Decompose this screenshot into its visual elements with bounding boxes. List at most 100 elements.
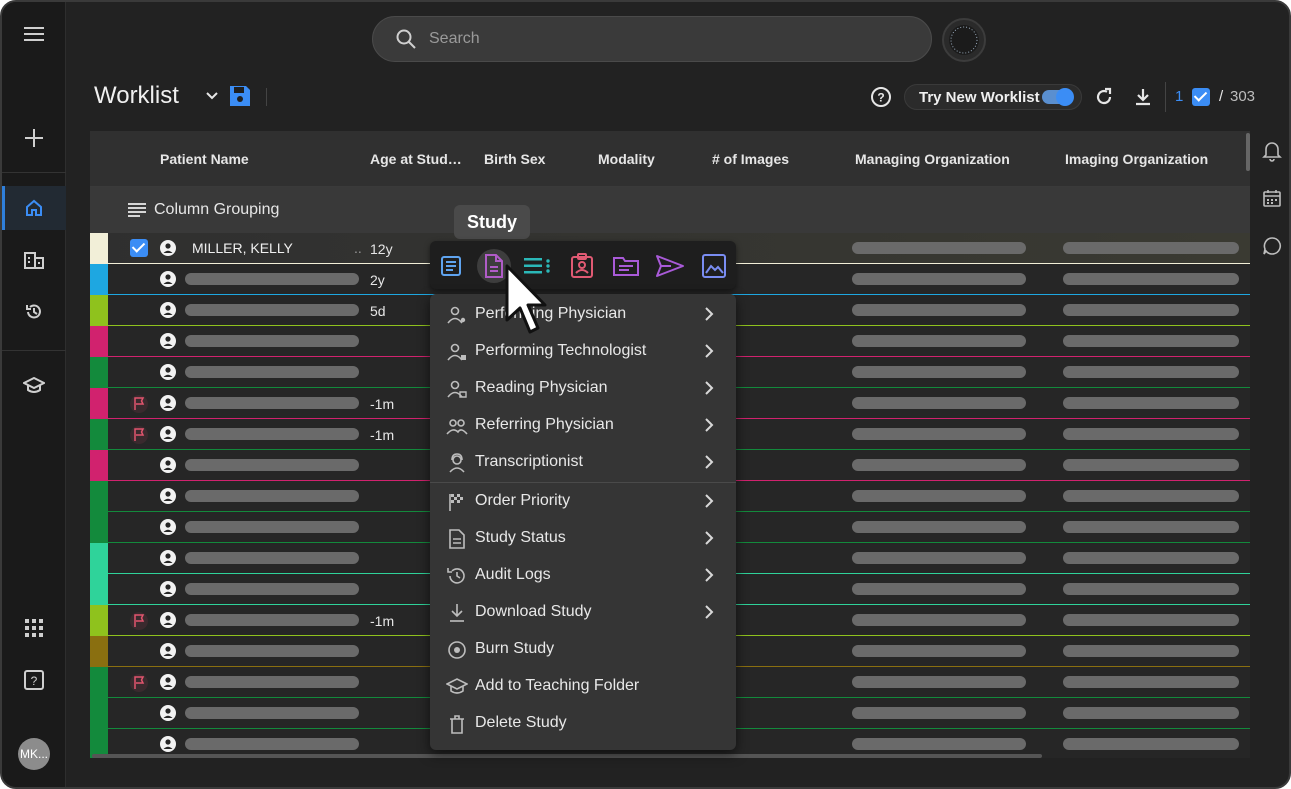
- redacted-imaging-org: [1063, 521, 1239, 533]
- try-new-worklist-switch[interactable]: [1042, 88, 1074, 106]
- redacted-managing-org: [852, 397, 1026, 409]
- save-icon[interactable]: [228, 84, 252, 108]
- search-input[interactable]: [429, 30, 869, 48]
- menu-item-label: Study Status: [475, 529, 566, 546]
- download-icon[interactable]: [1133, 82, 1153, 112]
- flag-icon[interactable]: [130, 674, 148, 692]
- menu-item-add-to-teaching-folder[interactable]: Add to Teaching Folder: [430, 668, 736, 705]
- menu-item-study-status[interactable]: Study Status: [430, 520, 736, 557]
- redacted-managing-org: [852, 738, 1026, 750]
- menu-item-burn-study[interactable]: Burn Study: [430, 631, 736, 668]
- teaching-icon[interactable]: [2, 364, 66, 408]
- refresh-icon[interactable]: [1094, 82, 1114, 112]
- column-header[interactable]: Managing Organization: [855, 151, 1010, 167]
- vertical-scrollbar[interactable]: [1246, 133, 1250, 171]
- priority-stripe: [90, 450, 108, 480]
- redacted-managing-org: [852, 459, 1026, 471]
- patient-icon: [160, 736, 176, 752]
- history-nav-icon[interactable]: [2, 290, 66, 334]
- redacted-name: [185, 428, 359, 440]
- column-header[interactable]: Modality: [598, 151, 655, 167]
- chevron-down-icon[interactable]: [202, 86, 222, 106]
- count-separator: /: [1219, 88, 1224, 105]
- brand-logo[interactable]: [942, 18, 986, 62]
- flag-icon[interactable]: [130, 395, 148, 413]
- context-menu: Performing Physician Performing Technolog…: [430, 294, 736, 750]
- chevron-right-icon: [705, 494, 714, 508]
- redacted-managing-org: [852, 428, 1026, 440]
- calendar-icon[interactable]: [1262, 188, 1284, 210]
- help-icon[interactable]: ?: [870, 82, 892, 112]
- menu-item-label: Order Priority: [475, 492, 571, 509]
- redacted-name: [185, 397, 359, 409]
- age-cell: -1m: [370, 396, 395, 412]
- redacted-managing-org: [852, 583, 1026, 595]
- redacted-managing-org: [852, 676, 1026, 688]
- menu-item-performing-physician[interactable]: Performing Physician: [430, 296, 736, 333]
- menu-icon[interactable]: [2, 12, 66, 56]
- menu-item-performing-technologist[interactable]: Performing Technologist: [430, 333, 736, 370]
- menu-item-transcriptionist[interactable]: Transcriptionist: [430, 444, 736, 481]
- priority-stripe: [90, 605, 108, 635]
- patient-icon: [160, 333, 176, 349]
- column-header[interactable]: # of Images: [712, 151, 789, 167]
- image-icon[interactable]: [697, 249, 731, 283]
- bell-icon[interactable]: [1262, 140, 1284, 162]
- redacted-name: [185, 676, 359, 688]
- search-bar[interactable]: [372, 16, 932, 62]
- row-checkbox[interactable]: [130, 239, 148, 257]
- study-folder-icon[interactable]: [609, 249, 643, 283]
- horizontal-scrollbar[interactable]: [92, 754, 1042, 758]
- left-nav: ? MK...: [2, 2, 66, 787]
- right-rail: [1254, 132, 1289, 282]
- patient-icon: [160, 519, 176, 535]
- patient-icon: [160, 240, 176, 256]
- study-details-icon[interactable]: [434, 249, 468, 283]
- flag-icon[interactable]: [130, 426, 148, 444]
- patient-icon: [160, 581, 176, 597]
- age-cell: 12y: [370, 241, 393, 257]
- user-avatar[interactable]: MK...: [18, 738, 50, 770]
- patient-icon: [160, 426, 176, 442]
- menu-item-order-priority[interactable]: Order Priority: [430, 483, 736, 520]
- column-header[interactable]: Birth Sex: [484, 151, 545, 167]
- list-icon: [128, 203, 146, 217]
- chat-icon[interactable]: [1262, 236, 1284, 258]
- menu-item-audit-logs[interactable]: Audit Logs: [430, 557, 736, 594]
- menu-item-delete-study[interactable]: Delete Study: [430, 705, 736, 742]
- transcriptionist-icon: [449, 453, 465, 473]
- priority-stripe: [90, 481, 108, 511]
- select-all-checkbox[interactable]: [1192, 88, 1210, 106]
- priority-stripe: [90, 357, 108, 387]
- priority-stripe: [90, 233, 108, 263]
- patient-card-icon[interactable]: [565, 249, 599, 283]
- age-cell: 5d: [370, 303, 386, 319]
- send-icon[interactable]: [653, 249, 687, 283]
- column-header[interactable]: Patient Name: [160, 151, 249, 167]
- column-header[interactable]: Age at Stud…: [370, 151, 462, 167]
- patient-icon: [160, 364, 176, 380]
- redacted-managing-org: [852, 366, 1026, 378]
- reading-physician-icon: [447, 380, 467, 398]
- redacted-managing-org: [852, 552, 1026, 564]
- priority-stripe: [90, 574, 108, 604]
- redacted-managing-org: [852, 335, 1026, 347]
- menu-item-referring-physician[interactable]: Referring Physician: [430, 407, 736, 444]
- column-grouping-bar[interactable]: Column Grouping: [90, 187, 1250, 233]
- add-icon[interactable]: [2, 116, 66, 160]
- column-grouping-label: Column Grouping: [154, 201, 280, 218]
- age-cell: -1m: [370, 613, 395, 629]
- menu-item-label: Reading Physician: [475, 379, 608, 396]
- apps-grid-icon[interactable]: [2, 606, 66, 650]
- redacted-name: [185, 490, 359, 502]
- menu-item-reading-physician[interactable]: Reading Physician: [430, 370, 736, 407]
- patient-icon: [160, 457, 176, 473]
- redacted-managing-org: [852, 273, 1026, 285]
- redacted-managing-org: [852, 645, 1026, 657]
- organization-icon[interactable]: [2, 238, 66, 282]
- home-icon[interactable]: [2, 186, 66, 230]
- column-header[interactable]: Imaging Organization: [1065, 151, 1208, 167]
- menu-item-download-study[interactable]: Download Study: [430, 594, 736, 631]
- flag-icon[interactable]: [130, 612, 148, 630]
- help-box-icon[interactable]: ?: [2, 658, 66, 702]
